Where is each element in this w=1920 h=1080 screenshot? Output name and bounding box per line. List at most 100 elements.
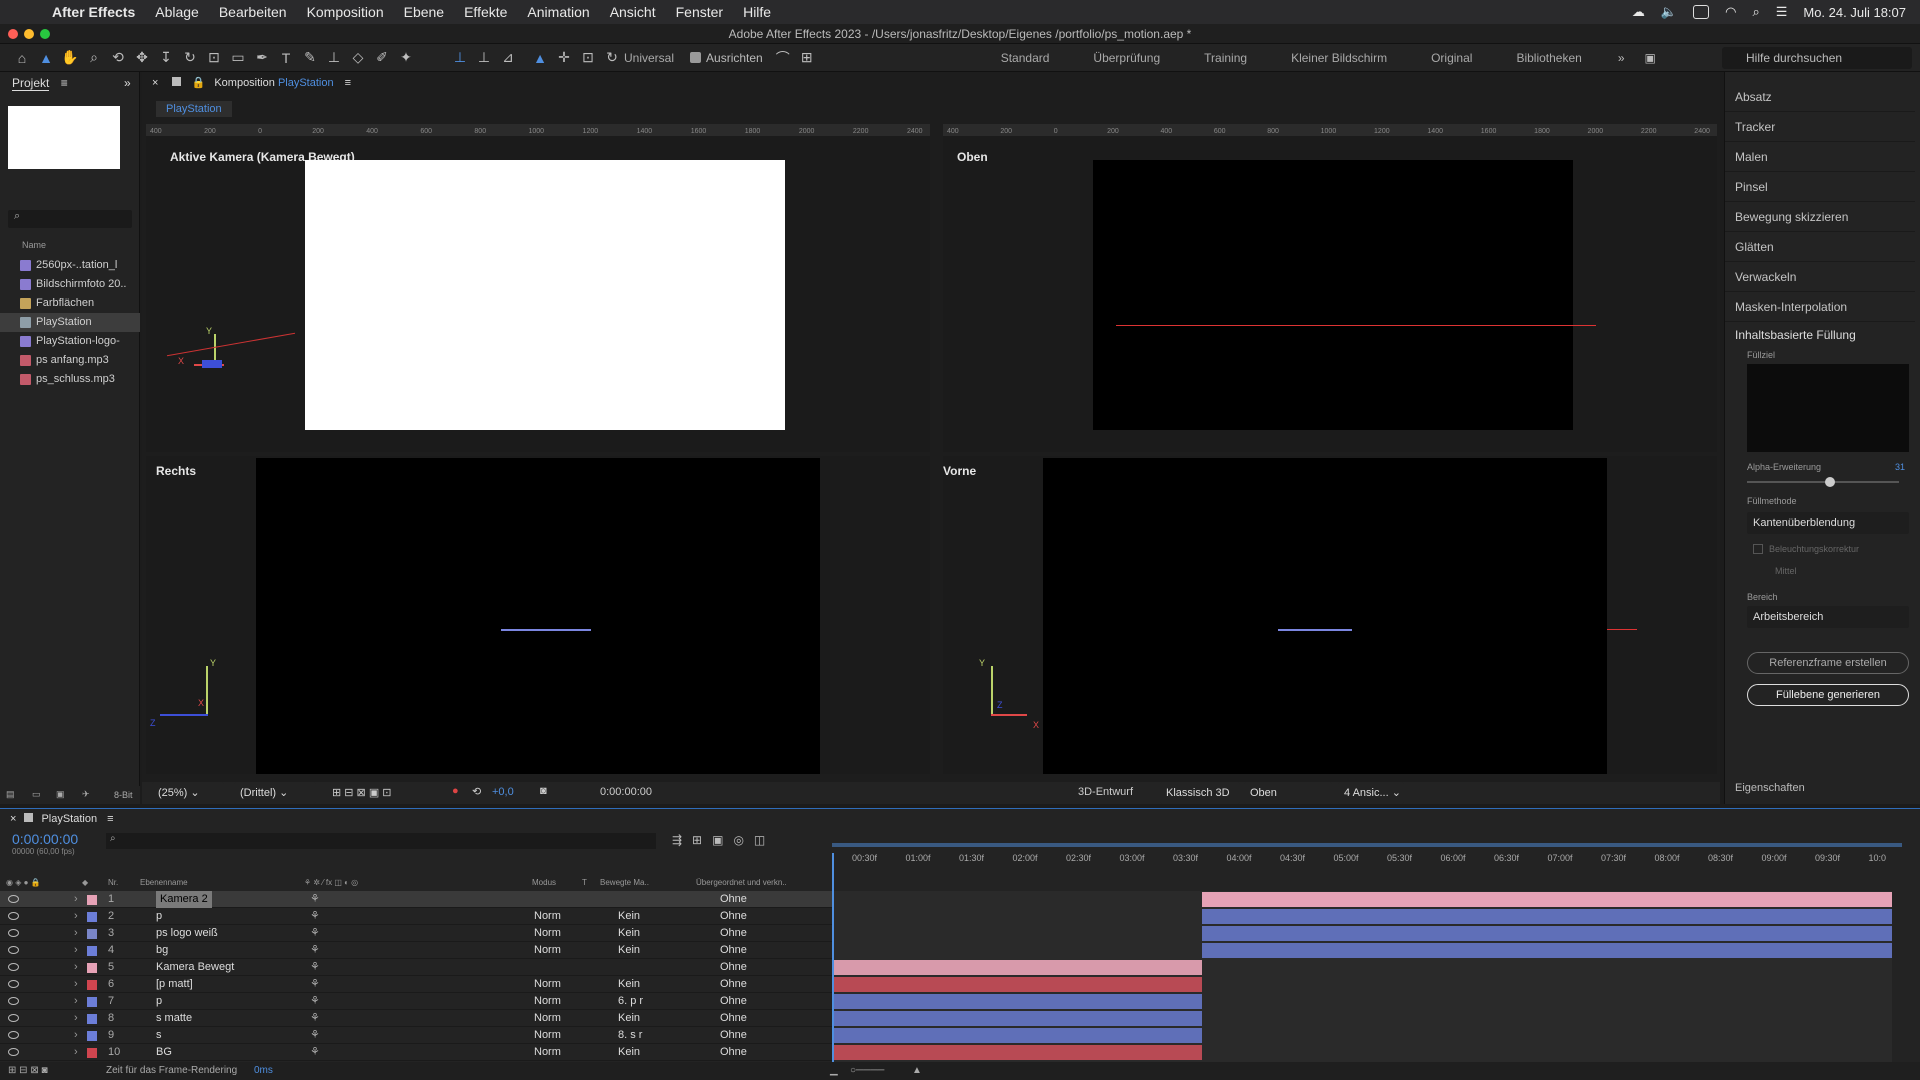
parent-dropdown[interactable]: Ohne: [720, 942, 747, 959]
timeline-switch-icons[interactable]: ⇶⊞▣◎◫: [672, 833, 775, 847]
minimize-window-button[interactable]: [24, 29, 34, 39]
shy-icon[interactable]: ⚘: [310, 1044, 320, 1061]
panel-item[interactable]: Glätten: [1725, 232, 1915, 262]
project-item[interactable]: ps anfang.mp3: [0, 351, 140, 370]
layer-row[interactable]: › 9 s ⚘ Norm 8. s r Ohne: [0, 1027, 833, 1044]
blend-mode-dropdown[interactable]: Norm: [534, 925, 570, 942]
project-item[interactable]: Farbflächen: [0, 294, 140, 313]
type-tool-icon[interactable]: T: [274, 47, 298, 69]
shy-icon[interactable]: ⚘: [310, 925, 320, 942]
layer-name[interactable]: p: [156, 908, 162, 925]
panel-item[interactable]: Tracker: [1725, 112, 1915, 142]
label-color[interactable]: [87, 1048, 97, 1058]
workspace-standard[interactable]: Standard: [979, 51, 1072, 65]
twirl-icon[interactable]: ›: [74, 908, 78, 925]
blend-mode-dropdown[interactable]: Norm: [534, 1044, 570, 1061]
puppet-tool-icon[interactable]: ✦: [394, 47, 418, 69]
track-matte-dropdown[interactable]: 6. p r: [618, 993, 643, 1010]
visibility-eye-icon[interactable]: [8, 912, 19, 920]
eraser-tool-icon[interactable]: ◇: [346, 47, 370, 69]
parent-dropdown[interactable]: Ohne: [720, 993, 747, 1010]
panel-item[interactable]: Absatz: [1725, 82, 1915, 112]
menu-ablage[interactable]: Ablage: [145, 4, 209, 20]
parent-dropdown[interactable]: Ohne: [720, 959, 747, 976]
viewer-active-camera[interactable]: 400 200 0 200 400 600 800 1000 1200 1400 1600 1800 2…: [146, 124, 930, 452]
roto-brush-icon[interactable]: ✐: [370, 47, 394, 69]
label-color[interactable]: [87, 963, 97, 973]
track-matte-dropdown[interactable]: Kein: [618, 976, 640, 993]
axis-local-icon[interactable]: ⊥: [448, 47, 472, 69]
menu-hilfe[interactable]: Hilfe: [733, 4, 781, 20]
camera-orbit-icon[interactable]: ↻: [600, 47, 624, 69]
project-settings-icon[interactable]: ✈: [82, 789, 90, 800]
camera-pan-icon[interactable]: ✛: [552, 47, 576, 69]
new-comp-icon[interactable]: ▣: [56, 789, 65, 800]
camera-mode-dropdown[interactable]: Klassisch 3D ⌄: [1160, 782, 1240, 821]
layer-row[interactable]: › 6 [p matt] ⚘ Norm Kein Ohne: [0, 976, 833, 993]
twirl-icon[interactable]: ›: [74, 993, 78, 1010]
parent-dropdown[interactable]: Ohne: [720, 925, 747, 942]
blend-mode-dropdown[interactable]: Norm: [534, 993, 570, 1010]
alpha-value[interactable]: 31: [1895, 462, 1905, 472]
universal-mode[interactable]: Universal: [624, 51, 674, 65]
snap-grid-icon[interactable]: ⊞: [795, 47, 819, 69]
viewer-right[interactable]: Rechts Y Z X: [146, 456, 930, 774]
workspace-libraries[interactable]: Bibliotheken: [1494, 51, 1603, 65]
panel-item[interactable]: Malen: [1725, 142, 1915, 172]
axis-gizmo[interactable]: Y X: [174, 324, 254, 384]
hand-tool-icon[interactable]: ✋: [58, 47, 82, 69]
snap-options-icon[interactable]: ⌒: [771, 47, 795, 69]
axis-world-icon[interactable]: ⊥: [472, 47, 496, 69]
menu-effekte[interactable]: Effekte: [454, 4, 517, 20]
timeline-timecode[interactable]: 0:00:00:00: [12, 831, 78, 847]
reference-frame-button[interactable]: Referenzframe erstellen: [1747, 652, 1909, 674]
menu-fenster[interactable]: Fenster: [666, 4, 733, 20]
close-tab-icon[interactable]: ×: [152, 77, 158, 89]
menu-app[interactable]: After Effects: [42, 4, 145, 20]
visibility-eye-icon[interactable]: [8, 1048, 19, 1056]
twirl-icon[interactable]: ›: [74, 976, 78, 993]
layer-name[interactable]: p: [156, 993, 162, 1010]
blend-mode-dropdown[interactable]: Norm: [534, 976, 570, 993]
zoom-in-icon[interactable]: ▲: [912, 1062, 922, 1080]
layer-row[interactable]: › 8 s matte ⚘ Norm Kein Ohne: [0, 1010, 833, 1027]
alpha-slider[interactable]: [1747, 476, 1899, 488]
label-icon[interactable]: ◆: [82, 875, 88, 891]
project-item[interactable]: 2560px-..tation_l: [0, 256, 140, 275]
project-item[interactable]: ps_schluss.mp3: [0, 370, 140, 389]
search-icon[interactable]: ⌕: [1752, 4, 1759, 20]
col-nr[interactable]: Nr.: [108, 875, 118, 891]
menu-ansicht[interactable]: Ansicht: [600, 4, 666, 20]
layer-row[interactable]: › 4 bg ⚘ Norm Kein Ohne: [0, 942, 833, 959]
channel-icon[interactable]: ●: [452, 785, 459, 797]
panel-item[interactable]: Pinsel: [1725, 172, 1915, 202]
twirl-icon[interactable]: ›: [74, 959, 78, 976]
visibility-eye-icon[interactable]: [8, 963, 19, 971]
layout-dropdown[interactable]: 4 Ansic... ⌄: [1338, 782, 1404, 804]
layer-bar[interactable]: [832, 1011, 1202, 1026]
blend-mode-dropdown[interactable]: Norm: [534, 908, 570, 925]
menu-animation[interactable]: Animation: [517, 4, 599, 20]
zoom-out-icon[interactable]: ▁: [830, 1062, 838, 1080]
shy-icon[interactable]: ⚘: [310, 976, 320, 993]
timeline-tab[interactable]: × PlayStation ≡: [10, 813, 114, 825]
label-color[interactable]: [87, 1014, 97, 1024]
zoom-window-button[interactable]: [40, 29, 50, 39]
twirl-icon[interactable]: ›: [74, 925, 78, 942]
track-matte-dropdown[interactable]: Kein: [618, 942, 640, 959]
layer-name[interactable]: Kamera 2: [156, 891, 212, 908]
parent-dropdown[interactable]: Ohne: [720, 1027, 747, 1044]
volume-icon[interactable]: 🔈: [1661, 4, 1677, 20]
light-correction-checkbox[interactable]: [1753, 544, 1763, 554]
twirl-icon[interactable]: ›: [74, 1010, 78, 1027]
axis-gizmo[interactable]: Y Z X: [150, 656, 230, 728]
workspace-training[interactable]: Training: [1182, 51, 1269, 65]
panel-item[interactable]: Bewegung skizzieren: [1725, 202, 1915, 232]
visibility-eye-icon[interactable]: [8, 895, 19, 903]
label-color[interactable]: [87, 980, 97, 990]
axis-gizmo[interactable]: Y X Z: [979, 656, 1059, 730]
parent-dropdown[interactable]: Ohne: [720, 1044, 747, 1061]
track-matte-dropdown[interactable]: Kein: [618, 908, 640, 925]
project-item[interactable]: PlayStation: [0, 313, 140, 332]
label-color[interactable]: [87, 1031, 97, 1041]
